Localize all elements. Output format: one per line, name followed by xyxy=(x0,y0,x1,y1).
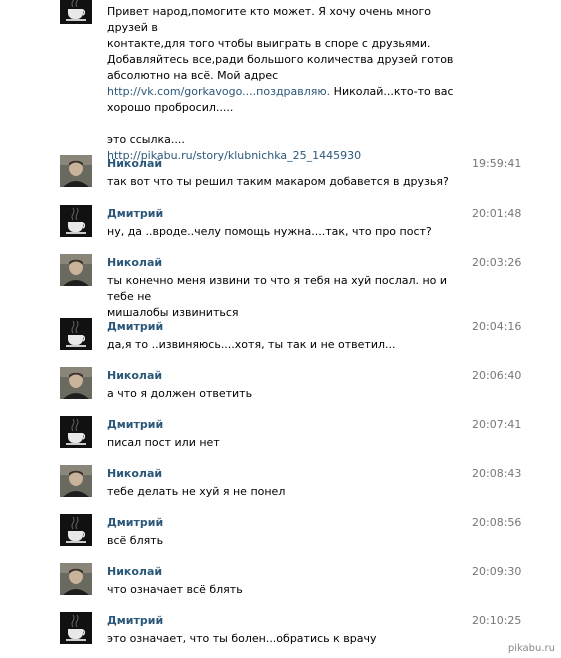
message-text: так вот что ты решил таким макаром добав… xyxy=(107,175,449,188)
chat-history: Привет народ,помогите кто может. Я хочу … xyxy=(0,0,561,658)
message-author[interactable]: Николай xyxy=(107,565,162,578)
message-time: 20:09:30 xyxy=(472,565,522,578)
avatar-nikolay[interactable] xyxy=(60,254,92,286)
message-author[interactable]: Дмитрий xyxy=(107,614,163,627)
message-author[interactable]: Николай xyxy=(107,369,162,382)
message-author[interactable]: Николай xyxy=(107,157,162,170)
message-text: ты конечно меня извини то что я тебя на … xyxy=(107,274,451,319)
message-text: это означает, что ты болен...обратись к … xyxy=(107,632,377,645)
message-author[interactable]: Николай xyxy=(107,256,162,269)
message-author[interactable]: Дмитрий xyxy=(107,320,163,333)
message-author[interactable]: Дмитрий xyxy=(107,418,163,431)
message-time: 20:06:40 xyxy=(472,369,522,382)
message-time: 20:07:41 xyxy=(472,418,522,431)
message-text: Привет народ,помогите кто может. Я хочу … xyxy=(107,5,454,162)
message-time: 20:01:48 xyxy=(472,207,522,220)
message-text: да,я то ..извиняюсь....хотя, ты так и не… xyxy=(107,338,396,351)
watermark: pikabu.ru xyxy=(507,643,555,654)
message-time: 20:10:25 xyxy=(472,614,522,627)
message-time: 19:59:41 xyxy=(472,157,522,170)
message-time: 20:08:43 xyxy=(472,467,522,480)
message-author[interactable]: Николай xyxy=(107,467,162,480)
avatar-dmitry[interactable] xyxy=(60,612,92,644)
avatar-dmitry[interactable] xyxy=(60,318,92,350)
message-text: ну, да ..вроде..челу помощь нужна....так… xyxy=(107,225,432,238)
message-author[interactable]: Дмитрий xyxy=(107,516,163,529)
message-text: тебе делать не хуй я не понел xyxy=(107,485,286,498)
avatar-dmitry[interactable] xyxy=(60,0,92,24)
avatar-nikolay[interactable] xyxy=(60,155,92,187)
avatar-nikolay[interactable] xyxy=(60,563,92,595)
message-text: а что я должен ответить xyxy=(107,387,253,400)
avatar-dmitry[interactable] xyxy=(60,514,92,546)
message-text: всё блять xyxy=(107,534,164,547)
avatar-dmitry[interactable] xyxy=(60,416,92,448)
message-time: 20:08:56 xyxy=(472,516,522,529)
message-time: 20:03:26 xyxy=(472,256,522,269)
message-text: писал пост или нет xyxy=(107,436,220,449)
message-time: 20:04:16 xyxy=(472,320,522,333)
avatar-nikolay[interactable] xyxy=(60,367,92,399)
avatar-dmitry[interactable] xyxy=(60,205,92,237)
avatar-nikolay[interactable] xyxy=(60,465,92,497)
message-author[interactable]: Дмитрий xyxy=(107,207,163,220)
link-vk[interactable]: http://vk.com/gorkavogo....поздравляю. xyxy=(107,85,330,98)
message-text: что означает всё блять xyxy=(107,583,243,596)
